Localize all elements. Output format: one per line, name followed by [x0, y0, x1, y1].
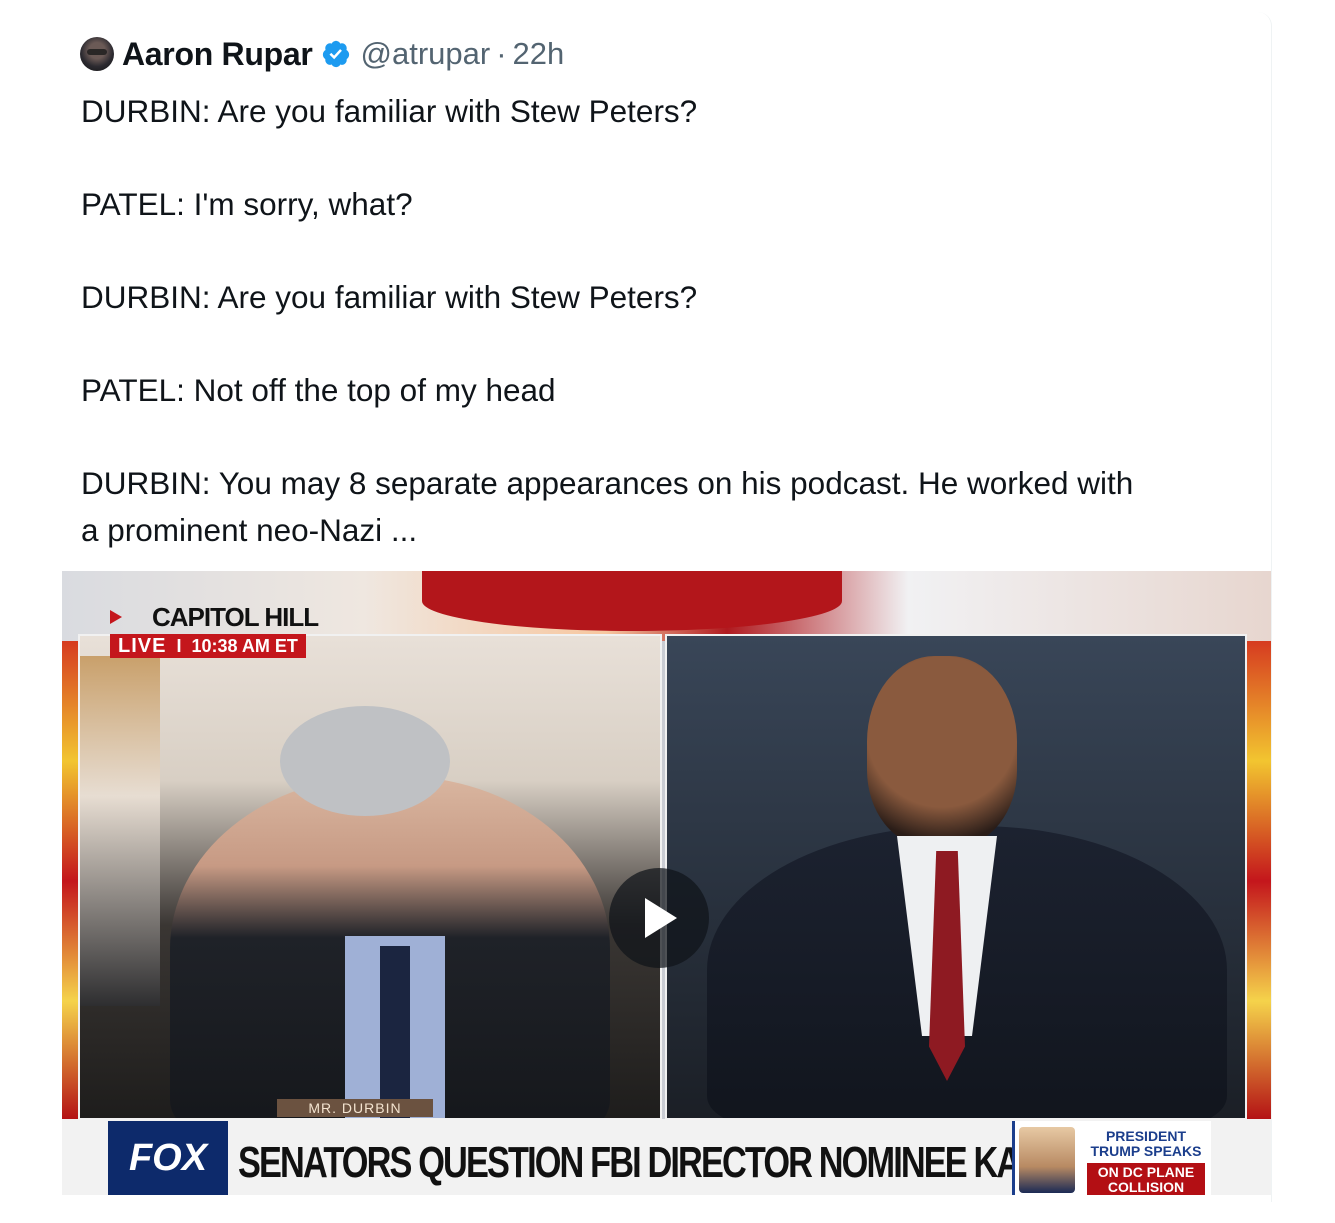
live-label: LIVE: [118, 634, 167, 657]
play-button[interactable]: [609, 868, 709, 968]
verified-badge-icon: [322, 40, 349, 68]
play-icon: [645, 898, 677, 938]
studio-side-left: [62, 641, 78, 1121]
side-promo-subtitle: ON DC PLANE COLLISION: [1087, 1163, 1205, 1195]
video-panel-durbin: [78, 634, 662, 1120]
side-promo: PRESIDENT TRUMP SPEAKS ON DC PLANE COLLI…: [1012, 1121, 1211, 1195]
patel-head: [867, 656, 1017, 846]
background-person: [80, 656, 160, 1006]
network-logo: FOX: [108, 1121, 228, 1195]
live-badge: LIVE I 10:38 AM ET: [110, 634, 306, 658]
location-label: CAPITOL HILL: [152, 601, 319, 632]
live-time: 10:38 AM ET: [191, 635, 298, 656]
location-arrow-icon: [110, 610, 122, 624]
studio-side-right: [1245, 641, 1271, 1121]
video-panel-patel: [665, 634, 1247, 1120]
author-handle[interactable]: @atrupar: [361, 36, 491, 72]
location-tag: CAPITOL HILL: [110, 601, 319, 633]
author-avatar[interactable]: [80, 37, 114, 71]
video-player[interactable]: MR. DURBIN CAPITOL HILL LIVE I 10:38 AM …: [62, 571, 1271, 1195]
live-separator: I: [176, 635, 182, 656]
durbin-hair: [280, 706, 450, 816]
tweet-timestamp[interactable]: 22h: [513, 36, 565, 72]
side-promo-thumbnail: [1019, 1127, 1075, 1193]
studio-red-arc: [422, 571, 842, 631]
author-name[interactable]: Aaron Rupar: [122, 36, 313, 73]
side-promo-title: PRESIDENT TRUMP SPEAKS: [1090, 1128, 1202, 1159]
durbin-nameplate: MR. DURBIN: [277, 1099, 433, 1117]
tweet-text: DURBIN: Are you familiar with Stew Peter…: [81, 93, 1134, 548]
separator-dot: ·: [496, 36, 507, 71]
durbin-tie: [380, 946, 410, 1118]
tweet-header: Aaron Rupar @atrupar · 22h: [80, 34, 564, 74]
